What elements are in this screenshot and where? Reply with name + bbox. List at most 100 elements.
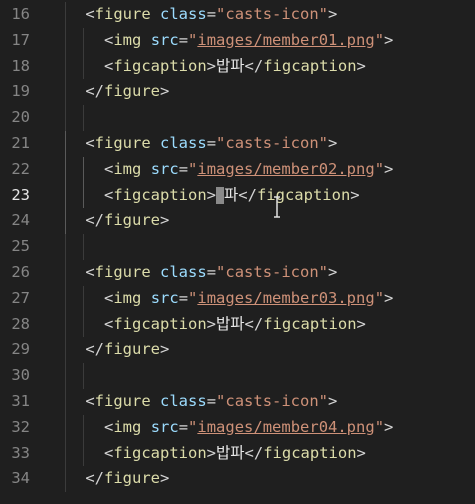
code-line[interactable]: 24 </figure> <box>0 208 475 235</box>
line-number: 29 <box>11 340 30 359</box>
indent-guide <box>83 440 85 467</box>
code-line[interactable]: 34 </figure> <box>0 466 475 493</box>
code-line[interactable]: 30 <box>0 363 475 389</box>
code-line[interactable]: 20 <box>0 105 475 131</box>
code-token-link[interactable]: images/member03.png <box>197 289 374 307</box>
code-token-attr: src <box>150 417 179 436</box>
code-token-bracket: > <box>356 314 366 333</box>
code-token-tag: figure <box>94 5 151 23</box>
code-token-bracket: < <box>85 263 95 281</box>
indent-guide <box>64 156 66 183</box>
code-token-bracket: > <box>350 185 360 204</box>
indent-guide <box>64 53 66 80</box>
code-token-tag: figure <box>104 469 160 488</box>
line-number: 24 <box>11 211 30 230</box>
code-line[interactable]: 19 </figure> <box>0 79 475 106</box>
line-code: <img src="images/member03.png"> <box>48 286 393 312</box>
code-line[interactable]: 18 <figcaption>밥파</figcaption> <box>0 53 475 80</box>
code-token-bracket: < <box>104 314 114 333</box>
code-token-attr: class <box>160 263 207 281</box>
indent-guide <box>83 105 85 131</box>
indent-guide <box>83 363 85 389</box>
code-token-bracket: > <box>206 56 217 75</box>
code-token-link[interactable]: images/member04.png <box>197 418 374 436</box>
code-token-bracket: < <box>104 185 114 204</box>
code-token-bracket: < <box>104 288 114 307</box>
code-token-bracket: = <box>178 30 189 49</box>
line-number: 16 <box>11 5 30 23</box>
code-token-str: "casts-icon" <box>216 5 329 23</box>
indent-guide <box>64 182 66 209</box>
code-line[interactable]: 23 <figcaption> 파</figcaption> <box>0 182 475 209</box>
code-token-bracket: </ <box>244 314 264 333</box>
line-number: 17 <box>11 30 30 49</box>
line-code: <img src="images/member04.png"> <box>48 415 393 441</box>
code-token-str: " <box>188 417 198 436</box>
code-line[interactable]: 28 <figcaption>밥파</figcaption> <box>0 311 475 338</box>
code-token-tag: img <box>113 417 142 436</box>
code-token-link[interactable]: images/member01.png <box>197 31 374 49</box>
code-token-bracket: < <box>85 392 95 410</box>
indent-guide <box>64 260 66 286</box>
code-token-bracket: > <box>356 56 366 75</box>
code-token-bracket: > <box>160 340 170 359</box>
code-token-attr: src <box>150 30 179 49</box>
code-line[interactable]: 33 <figcaption>밥파</figcaption> <box>0 440 475 467</box>
code-token-bracket: = <box>178 417 189 436</box>
line-number: 32 <box>11 417 30 436</box>
code-token-attr: class <box>160 392 207 410</box>
code-line[interactable]: 29 </figure> <box>0 337 475 364</box>
code-token-bracket: </ <box>244 443 264 462</box>
code-token-tag: figcaption <box>263 314 357 333</box>
code-token-bracket: = <box>206 263 217 281</box>
code-token-text: 밥파 <box>216 56 245 75</box>
line-number: 31 <box>11 392 30 410</box>
indent-guide <box>64 414 66 441</box>
code-token-bracket: < <box>104 56 114 75</box>
code-line[interactable]: 27 <img src="images/member03.png"> <box>0 285 475 312</box>
indent-guide <box>83 27 85 54</box>
code-token-tag: figure <box>104 82 160 101</box>
code-token-str: " <box>374 159 385 178</box>
code-token-bracket: < <box>104 417 114 436</box>
code-line[interactable]: 25 <box>0 234 475 260</box>
code-token-str: " <box>374 288 385 307</box>
code-token-bracket: </ <box>85 469 104 488</box>
line-code: <figure class="casts-icon"> <box>48 260 337 286</box>
code-token-str: " <box>374 417 385 436</box>
code-token-tag: figure <box>94 392 151 410</box>
code-token-bracket: > <box>160 469 170 488</box>
indent-guide <box>64 311 66 338</box>
code-token-bracket: > <box>328 134 338 152</box>
code-token-text: 파 <box>224 185 239 204</box>
code-token-tag: img <box>113 30 142 49</box>
code-line[interactable]: 21 <figure class="casts-icon"> <box>0 131 475 157</box>
code-token-str: "casts-icon" <box>216 263 329 281</box>
line-number: 33 <box>11 443 30 462</box>
line-number: 26 <box>11 263 30 281</box>
code-token-tag: figure <box>94 263 151 281</box>
code-editor[interactable]: 16 <figure class="casts-icon"> 17 <img sr… <box>0 0 475 504</box>
code-token-tag: figcaption <box>263 443 357 462</box>
code-token-tag: figcaption <box>256 185 351 204</box>
code-line[interactable]: 17 <img src="images/member01.png"> <box>0 27 475 54</box>
line-code: <figcaption>밥파</figcaption> <box>48 441 366 467</box>
code-line[interactable]: 26 <figure class="casts-icon"> <box>0 260 475 286</box>
code-line[interactable]: 31 <figure class="casts-icon"> <box>0 389 475 415</box>
line-number: 19 <box>11 82 30 101</box>
code-token-link[interactable]: images/member02.png <box>197 160 374 178</box>
code-token-bracket: > <box>206 314 217 333</box>
code-token-str: "casts-icon" <box>216 392 329 410</box>
code-line[interactable]: 32 <img src="images/member04.png"> <box>0 414 475 441</box>
code-token-bracket: > <box>356 443 366 462</box>
code-line[interactable]: 22 <img src="images/member02.png"> <box>0 156 475 183</box>
code-token-bracket: = <box>206 392 217 410</box>
code-line[interactable]: 16 <figure class="casts-icon"> <box>0 2 475 28</box>
